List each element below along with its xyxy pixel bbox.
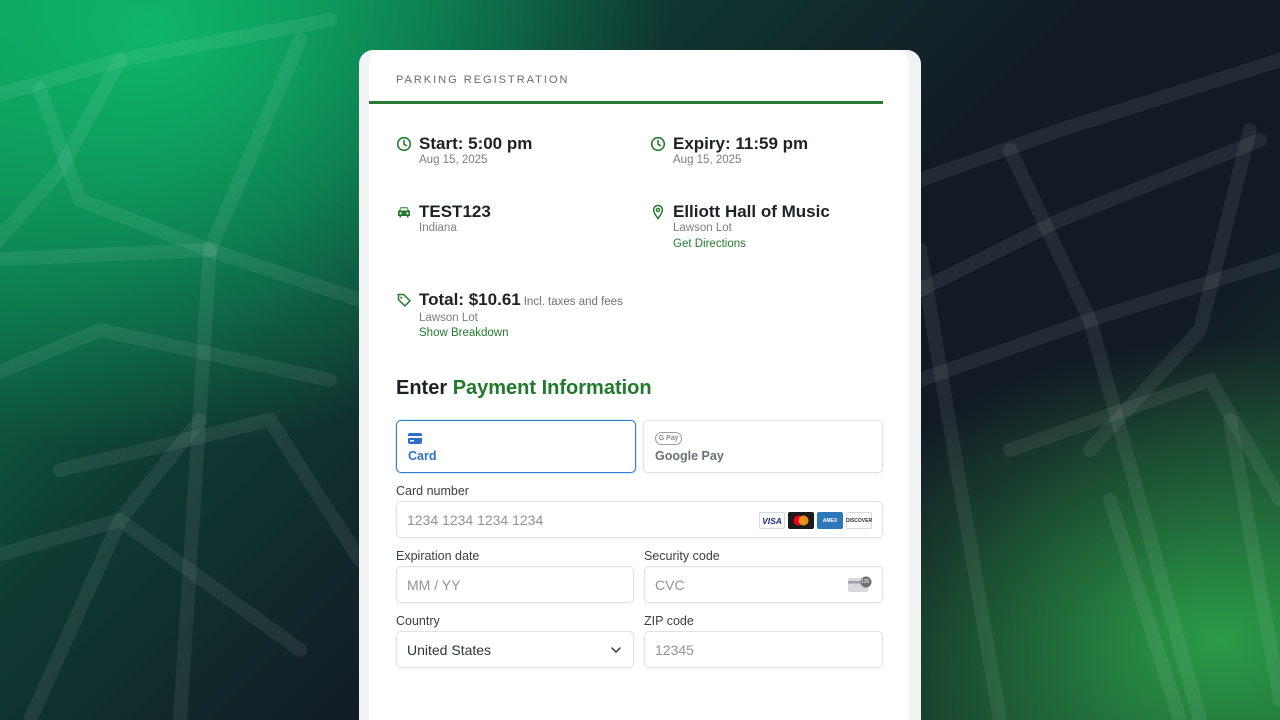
security-code-input[interactable]	[655, 567, 845, 602]
google-pay-method-label: Google Pay	[655, 449, 724, 463]
payment-heading: Enter Payment Information	[396, 377, 652, 400]
expiration-input[interactable]	[407, 567, 596, 602]
get-directions-link[interactable]: Get Directions	[673, 238, 746, 250]
payment-heading-accent: Payment Information	[452, 377, 652, 399]
google-pay-icon: G Pay	[655, 432, 682, 445]
total-note: Incl. taxes and fees	[523, 296, 623, 308]
chevron-down-icon	[611, 647, 621, 654]
country-select[interactable]: United States	[396, 631, 634, 668]
total-lot: Lawson Lot	[419, 312, 478, 324]
price-tag-icon	[397, 293, 411, 307]
zip-code-field	[644, 631, 883, 668]
payment-heading-prefix: Enter	[396, 377, 448, 399]
total-label: Total: $10.61	[419, 290, 521, 309]
page-header: PARKING REGISTRATION	[396, 74, 570, 86]
credit-card-icon	[408, 433, 422, 444]
mastercard-icon	[788, 512, 814, 529]
start-time-info: Start: 5:00 pm Aug 15, 2025	[396, 134, 636, 174]
amex-icon: AMEX	[817, 512, 843, 529]
country-value: United States	[407, 642, 492, 658]
start-time-title: Start: 5:00 pm	[419, 134, 533, 153]
expiration-field	[396, 566, 634, 603]
clock-icon	[650, 136, 666, 152]
card-number-field: VISA AMEX DISCOVER	[396, 501, 883, 538]
card-number-label: Card number	[396, 484, 469, 498]
total-amount: Total: $10.61 Incl. taxes and fees	[419, 290, 623, 310]
card-method-tab[interactable]: Card	[396, 420, 636, 473]
start-date: Aug 15, 2025	[419, 154, 488, 166]
car-icon	[398, 207, 410, 218]
registration-panel: PARKING REGISTRATION Start: 5:00 pm Aug …	[369, 50, 909, 720]
expiry-time-info: Expiry: 11:59 pm Aug 15, 2025	[650, 134, 890, 174]
license-plate: TEST123	[419, 202, 491, 221]
expiry-time-title: Expiry: 11:59 pm	[673, 134, 809, 153]
clock-icon	[396, 136, 412, 152]
progress-bar	[369, 101, 883, 104]
discover-icon: DISCOVER	[846, 512, 872, 529]
card-brands: VISA AMEX DISCOVER	[759, 512, 872, 529]
security-code-field: 135	[644, 566, 883, 603]
country-label: Country	[396, 614, 440, 628]
expiration-label: Expiration date	[396, 549, 480, 563]
cvc-badge-text: 135	[861, 579, 870, 585]
expiry-date: Aug 15, 2025	[673, 154, 742, 166]
location-info: Elliott Hall of Music Lawson Lot Get Dir…	[650, 202, 900, 252]
map-pin-icon	[652, 204, 664, 220]
progress-bar-fill	[369, 101, 883, 104]
vehicle-info: TEST123 Indiana	[396, 202, 636, 242]
google-pay-method-tab[interactable]: G Pay Google Pay	[643, 420, 883, 473]
security-code-label: Security code	[644, 549, 720, 563]
zip-code-input[interactable]	[655, 632, 845, 667]
visa-icon: VISA	[759, 512, 785, 529]
card-method-label: Card	[408, 449, 437, 463]
card-number-input[interactable]	[407, 502, 795, 537]
registration-card: PARKING REGISTRATION Start: 5:00 pm Aug …	[359, 50, 921, 720]
show-breakdown-link[interactable]: Show Breakdown	[419, 327, 509, 339]
location-name: Elliott Hall of Music	[673, 202, 830, 221]
zip-code-label: ZIP code	[644, 614, 694, 628]
location-lot: Lawson Lot	[673, 222, 732, 234]
cvc-card-icon: 135	[848, 576, 872, 593]
total-info: Total: $10.61 Incl. taxes and fees Lawson…	[396, 290, 696, 342]
plate-state: Indiana	[419, 222, 457, 234]
